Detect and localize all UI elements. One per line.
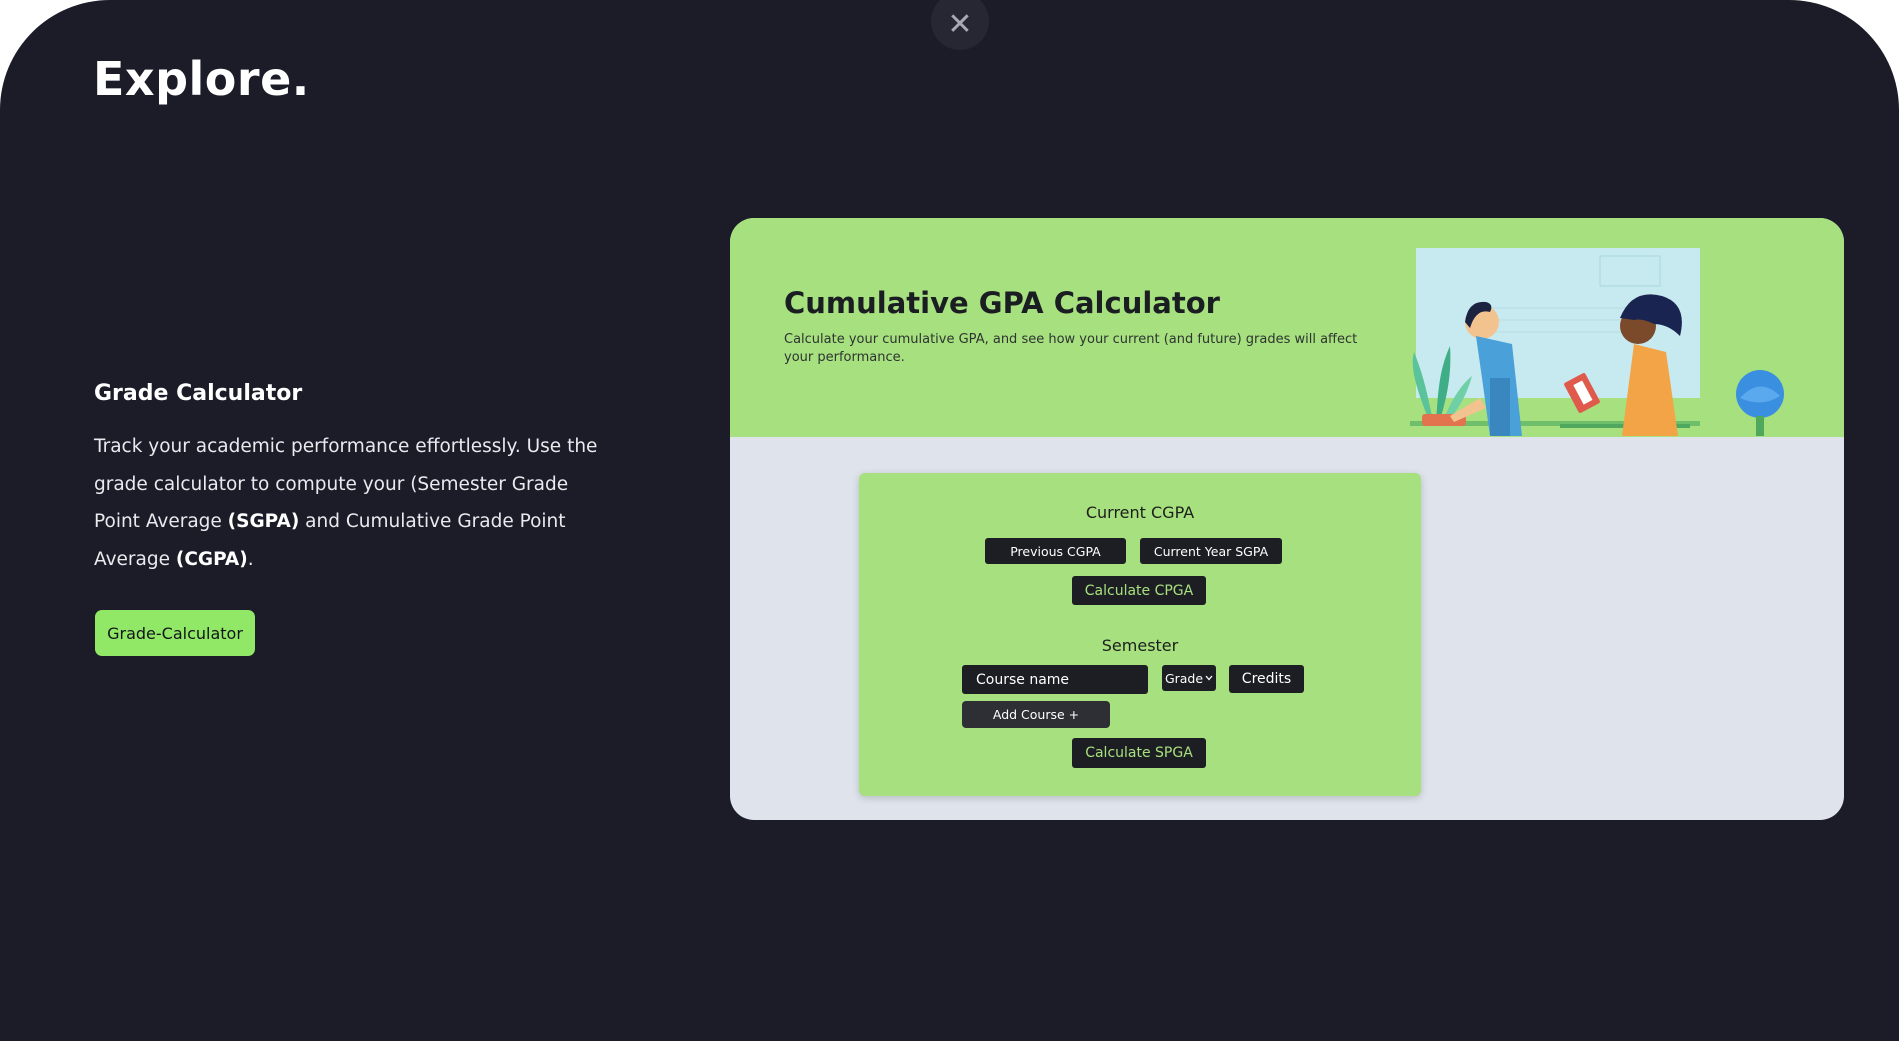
calculate-cgpa-button: Calculate CPGA xyxy=(1072,576,1206,605)
modal-title: Explore. xyxy=(93,52,310,106)
preview-banner: Cumulative GPA Calculator Calculate your… xyxy=(730,218,1844,437)
close-button[interactable]: ✕ xyxy=(931,0,989,50)
project-description: Track your academic performance effortle… xyxy=(94,428,614,578)
students-illustration xyxy=(1410,248,1810,437)
grade-select: Grade xyxy=(1162,665,1216,691)
previous-cgpa-input: Previous CGPA xyxy=(985,538,1126,564)
description-sgpa: (SGPA) xyxy=(227,511,300,532)
explore-modal: ✕ Explore. Grade Calculator Track your a… xyxy=(0,0,1899,1041)
course-name-input: Course name xyxy=(962,665,1148,694)
preview-banner-title: Cumulative GPA Calculator xyxy=(784,286,1220,320)
grade-dropdown-chevron-icon xyxy=(1205,675,1213,681)
preview-banner-subtitle: Calculate your cumulative GPA, and see h… xyxy=(784,332,1358,365)
semester-heading: Semester xyxy=(1101,636,1179,655)
project-title: Grade Calculator xyxy=(94,381,303,406)
add-course-button: Add Course + xyxy=(962,701,1110,728)
gpa-calculator-form: Current CGPA Previous CGPA Current Year … xyxy=(859,473,1421,796)
project-preview-image: Cumulative GPA Calculator Calculate your… xyxy=(730,218,1844,820)
grade-select-value: Grade xyxy=(1164,670,1204,686)
description-cgpa: (CGPA) xyxy=(175,548,248,570)
grade-calculator-button[interactable]: Grade-Calculator xyxy=(95,610,255,656)
current-cgpa-heading: Current CGPA xyxy=(1085,503,1195,522)
description-text: . xyxy=(247,548,254,570)
close-icon: ✕ xyxy=(947,7,973,42)
calculate-sgpa-button: Calculate SPGA xyxy=(1072,738,1206,768)
current-year-sgpa-input: Current Year SGPA xyxy=(1140,538,1282,564)
credits-input: Credits xyxy=(1229,665,1304,693)
